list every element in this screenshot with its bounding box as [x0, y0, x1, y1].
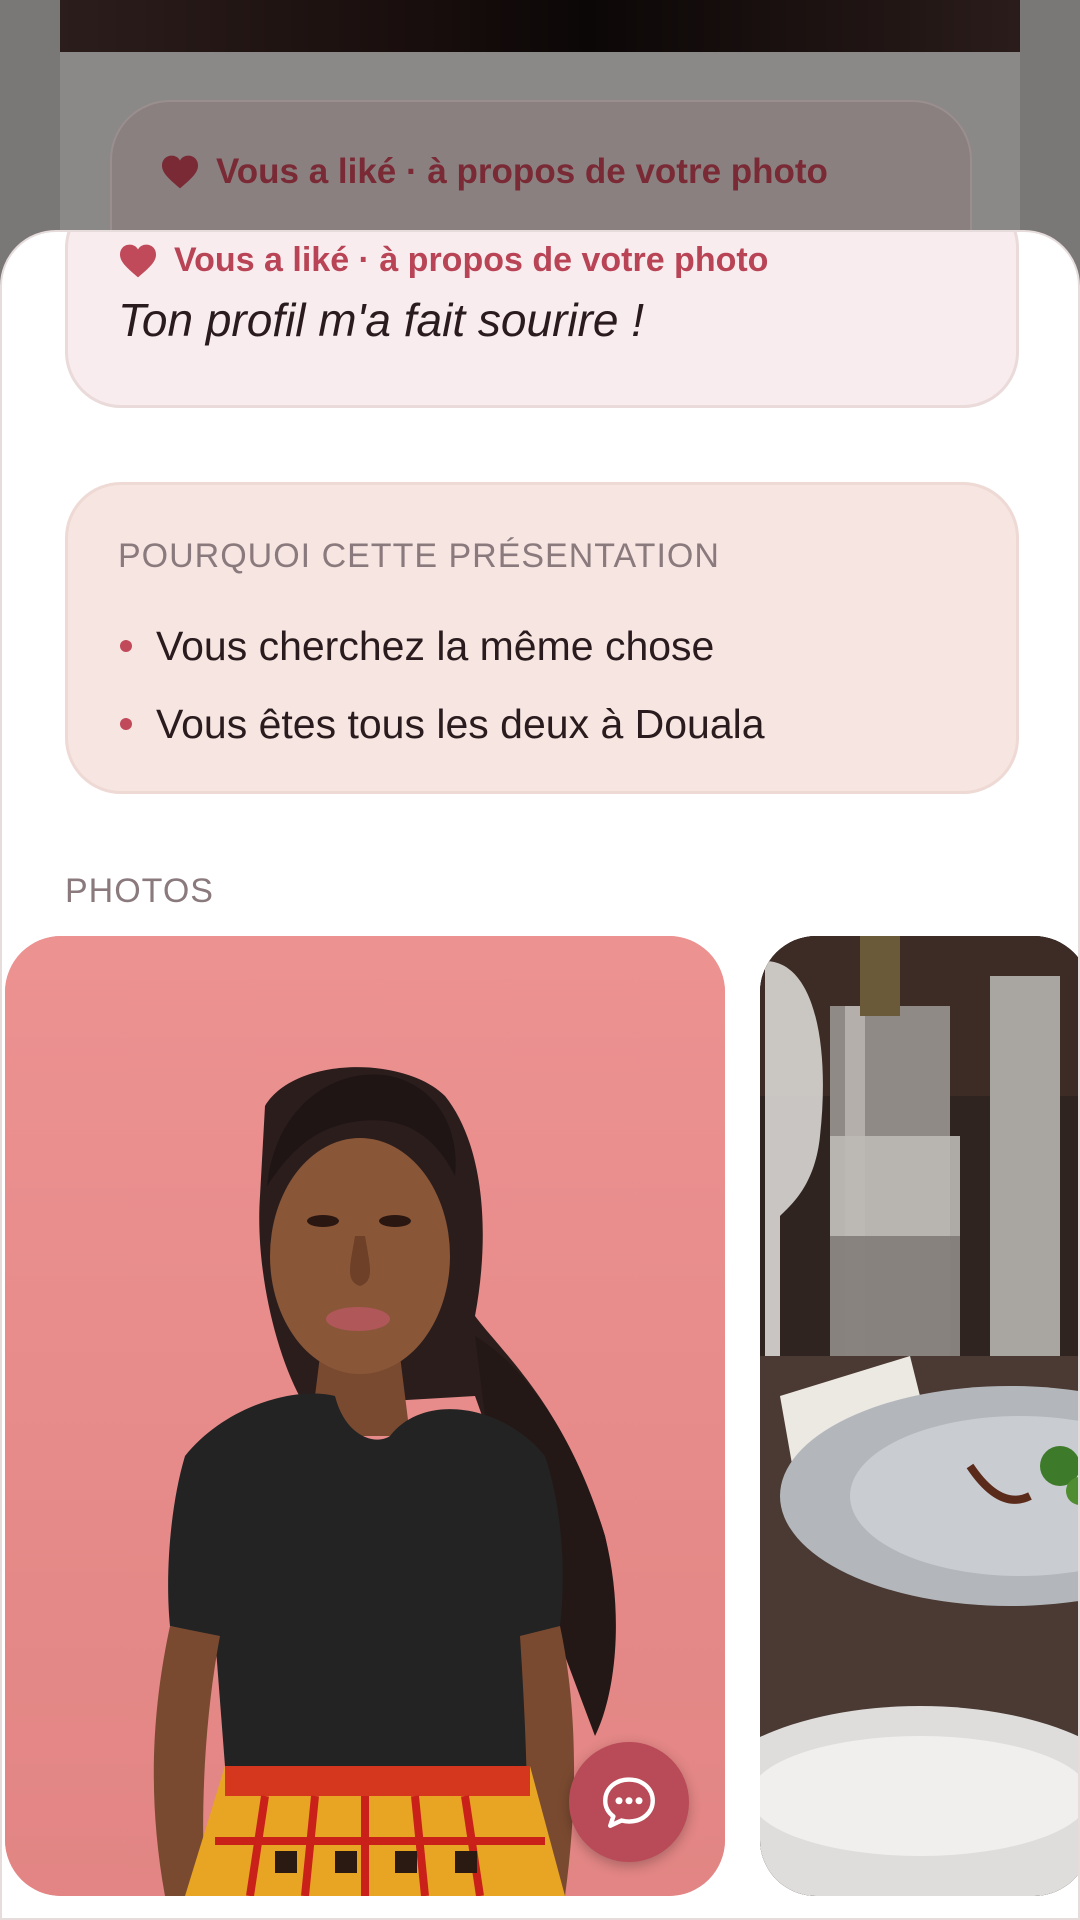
reason-text: Vous êtes tous les deux à Douala	[156, 700, 765, 747]
restaurant-table-photo	[760, 936, 1078, 1896]
background-like-line: Vous a liké · à propos de votre photo	[160, 152, 828, 192]
comment-card: Vous a liké · à propos de votre photo To…	[65, 232, 1019, 408]
heart-icon	[120, 244, 156, 277]
comment-header-text: Vous a liké · à propos de votre photo	[174, 241, 769, 279]
bullet-icon	[120, 718, 132, 730]
reason-card: POURQUOI CETTE PRÉSENTATION Vous cherche…	[65, 482, 1019, 794]
chat-bubble-icon	[603, 1777, 655, 1828]
profile-photo-restaurant[interactable]	[760, 936, 1078, 1896]
heart-icon	[162, 155, 198, 189]
photos-section-label: PHOTOS	[65, 872, 214, 910]
bullet-icon	[120, 640, 132, 652]
background-like-text: Vous a liké · à propos de votre photo	[216, 152, 828, 191]
message-button[interactable]	[569, 1742, 689, 1862]
reason-text: Vous cherchez la même chose	[156, 622, 715, 669]
reason-list: Vous cherchez la même chose Vous êtes to…	[118, 607, 765, 763]
reason-item: Vous cherchez la même chose	[118, 607, 765, 685]
comment-header: Vous a liké · à propos de votre photo	[118, 241, 768, 280]
reason-item: Vous êtes tous les deux à Douala	[118, 685, 765, 763]
background-photo	[60, 0, 1020, 52]
reason-title: POURQUOI CETTE PRÉSENTATION	[118, 537, 720, 575]
profile-sheet[interactable]: Vous a liké · à propos de votre photo To…	[0, 230, 1080, 1920]
comment-text: Ton profil m'a fait sourire !	[118, 294, 645, 346]
